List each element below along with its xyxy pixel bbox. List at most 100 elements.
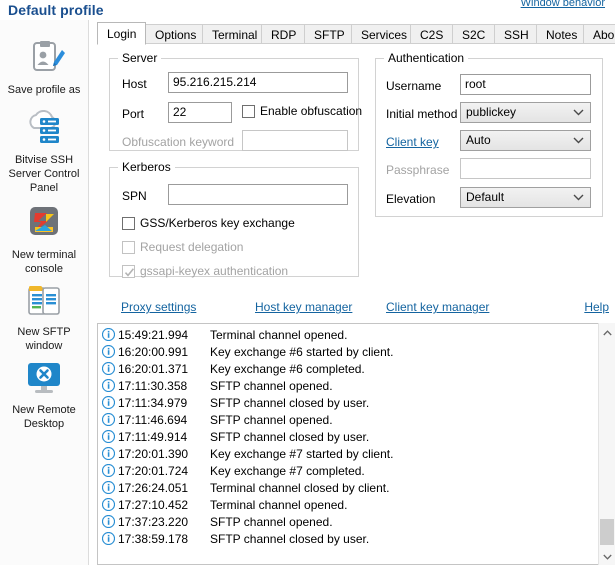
passphrase-input[interactable] [460,158,591,179]
tab-bar: Login Options Terminal RDP SFTP Services… [97,22,615,45]
tab-options[interactable]: Options [145,24,207,44]
log-message: Terminal channel closed by client. [210,481,390,495]
log-scrollbar[interactable] [598,323,615,565]
enable-obfuscation-label: Enable obfuscation [260,104,363,118]
bottom-link-row: Proxy settings Host key manager Client k… [97,300,615,318]
log-time: 17:11:34.979 [118,396,188,410]
info-icon [101,395,116,410]
sidebar-item-server-control-panel[interactable]: Bitvise SSH Server Control Panel [0,110,88,195]
sidebar-item-label: Save profile as [7,84,81,96]
log-message: SFTP channel closed by user. [210,430,370,444]
scrollbar-thumb[interactable] [600,519,614,545]
log-message: Key exchange #6 completed. [210,362,365,376]
initial-method-value: publickey [466,105,517,119]
elevation-label: Elevation [386,192,436,206]
proxy-settings-link[interactable]: Proxy settings [121,300,196,314]
elevation-dropdown[interactable]: Default [460,187,591,208]
info-icon [101,446,116,461]
log-time: 17:37:23.220 [118,515,189,529]
info-icon [101,429,116,444]
log-message: SFTP channel closed by user. [210,532,370,546]
log-time: 16:20:01.371 [118,362,189,376]
username-input[interactable]: root [460,74,591,95]
client-key-link[interactable]: Client key [386,135,439,149]
sidebar-item-new-terminal-console[interactable]: New terminal console [0,205,88,276]
info-icon [101,463,116,478]
client-key-dropdown[interactable]: Auto [460,130,591,151]
tab-s2c[interactable]: S2C [452,24,496,44]
authentication-group-title: Authentication [384,51,469,65]
info-icon [101,327,116,342]
server-group: Server Host 95.216.215.214 Port 22 Enabl… [109,51,363,151]
checkbox-box [122,241,135,254]
spn-input[interactable] [168,184,348,205]
log-entry: 17:26:24.051 Terminal channel closed by c… [98,480,615,497]
log-message: Terminal channel opened. [210,328,348,342]
log-entry: 17:11:34.979 SFTP channel closed by user. [98,395,615,412]
log-message: SFTP channel opened. [210,515,333,529]
initial-method-dropdown[interactable]: publickey [460,102,591,123]
sftp-window-icon [21,282,67,322]
log-entry: 17:20:01.390 Key exchange #7 started by c… [98,446,615,463]
log-panel[interactable]: 15:49:21.994 Terminal channel opened. 16:… [97,323,615,565]
log-time: 17:38:59.178 [118,532,189,546]
tab-notes[interactable]: Notes [536,24,588,44]
log-message: SFTP channel closed by user. [210,396,370,410]
host-label: Host [122,77,147,91]
log-time: 17:20:01.724 [118,464,189,478]
scroll-down-button[interactable] [599,548,615,565]
initial-method-label: Initial method [386,107,458,121]
log-time: 17:27:10.452 [118,498,189,512]
tab-rdp[interactable]: RDP [261,24,307,44]
tab-services[interactable]: Services [351,24,418,44]
info-icon [101,514,116,529]
log-time: 17:11:46.694 [118,413,188,427]
sidebar: Save profile as Bitvise SSH Server Contr… [0,20,89,565]
host-key-manager-link[interactable]: Host key manager [255,300,352,314]
log-message: SFTP channel opened. [210,413,333,427]
info-icon [101,344,116,359]
log-entry: 17:38:59.178 SFTP channel closed by user. [98,531,615,548]
log-message: SFTP channel opened. [210,379,333,393]
help-link[interactable]: Help [584,300,609,314]
terminal-console-icon [21,205,67,245]
page-title: Default profile [8,2,104,18]
chevron-down-icon [573,103,585,122]
info-icon [101,480,116,495]
tab-about[interactable]: About [583,24,615,44]
chevron-down-icon [573,131,585,150]
sidebar-item-save-profile-as[interactable]: Save profile as [0,40,88,97]
scroll-up-button[interactable] [599,324,615,341]
log-message: Key exchange #6 started by client. [210,345,394,359]
gss-kerberos-key-exchange-label: GSS/Kerberos key exchange [140,216,295,230]
chevron-up-icon [602,330,612,336]
log-message: Terminal channel opened. [210,498,348,512]
host-input[interactable]: 95.216.215.214 [168,72,348,93]
checkbox-box [242,105,255,118]
log-time: 17:11:30.358 [118,379,188,393]
remote-desktop-icon [21,360,67,400]
client-key-value: Auto [466,133,491,147]
kerberos-group: Kerberos SPN GSS/Kerberos key exchange R… [109,160,359,278]
checkmark-icon [123,266,136,282]
sidebar-item-new-sftp-window[interactable]: New SFTP window [0,282,88,353]
tab-ssh[interactable]: SSH [494,24,539,44]
chevron-down-icon [573,188,585,207]
window-behavior-link[interactable]: Window behavior [521,0,605,9]
bitvise-ssh-client-window: Default profile Window behavior Save pro… [0,0,615,565]
port-input[interactable]: 22 [168,102,232,123]
log-entry: 17:11:46.694 SFTP channel opened. [98,412,615,429]
save-profile-icon [21,40,67,80]
obfuscation-keyword-input[interactable] [242,130,348,151]
tab-c2s[interactable]: C2S [410,24,454,44]
sidebar-item-new-remote-desktop[interactable]: New Remote Desktop [0,360,88,431]
log-time: 16:20:00.991 [118,345,189,359]
passphrase-label: Passphrase [386,163,450,177]
tab-terminal[interactable]: Terminal [202,24,268,44]
client-key-manager-link[interactable]: Client key manager [386,300,489,314]
spn-label: SPN [122,189,147,203]
tab-login[interactable]: Login [97,22,147,45]
tab-sftp[interactable]: SFTP [304,24,355,44]
info-icon [101,497,116,512]
log-entry: 17:11:49.914 SFTP channel closed by user. [98,429,615,446]
